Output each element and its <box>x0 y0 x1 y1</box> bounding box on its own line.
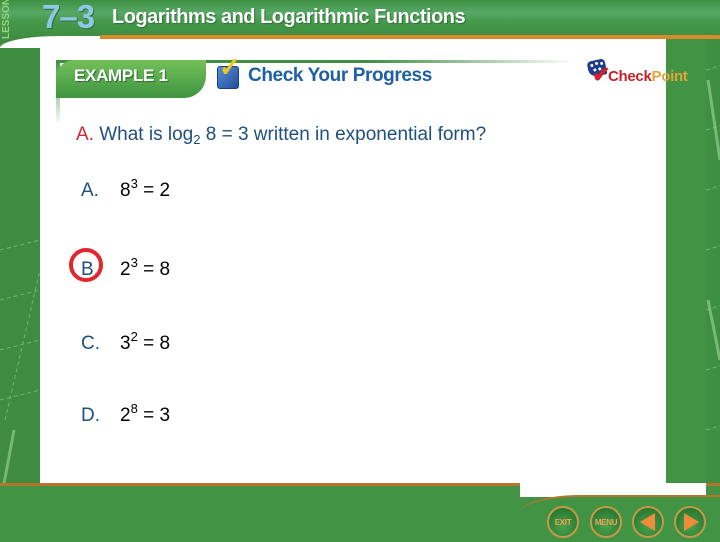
answer-rest: = 8 <box>137 333 171 354</box>
menu-button[interactable]: MENU <box>590 506 622 538</box>
answer-letter: D. <box>81 405 100 426</box>
question-text-after: 8 = 3 written in exponential form? <box>200 124 487 145</box>
checkpoint-check-text: Check <box>608 68 652 85</box>
selected-answer-ring <box>69 248 103 282</box>
answer-rest: = 2 <box>137 180 171 201</box>
answer-expression: 28 = 3 <box>120 401 171 426</box>
menu-label: MENU <box>594 517 618 527</box>
check-your-progress-label: Check Your Progress <box>248 65 432 86</box>
question-letter: A. <box>76 124 94 145</box>
answer-expression: 32 = 8 <box>120 329 171 354</box>
previous-button[interactable] <box>632 506 664 538</box>
lesson-title: Logarithms and Logarithmic Functions <box>112 6 466 28</box>
answer-base: 3 <box>120 333 131 354</box>
checkpoint-wordmark: CheckPoint <box>608 68 688 85</box>
answer-exponent: 8 <box>130 401 138 416</box>
example-label: EXAMPLE 1 <box>74 66 168 85</box>
answer-exponent: 2 <box>130 329 138 344</box>
answer-expression: 23 = 8 <box>120 255 171 280</box>
answer-base: 8 <box>120 180 131 201</box>
answer-option-c[interactable]: C. 32 = 8 <box>81 329 170 355</box>
triangle-right-icon <box>684 513 699 531</box>
checkmark-icon: ✓ <box>219 52 241 82</box>
triangle-left-icon <box>639 513 655 531</box>
exit-label: EXIT <box>554 517 572 527</box>
answer-base: 2 <box>120 405 131 426</box>
answer-letter: C. <box>81 333 100 354</box>
left-green-strip <box>0 0 40 540</box>
next-button[interactable] <box>674 506 706 538</box>
question-text-before: What is log <box>93 124 194 145</box>
header-orange-rule <box>100 35 720 39</box>
answer-expression: 83 = 2 <box>120 176 171 201</box>
exit-button[interactable]: EXIT <box>547 506 579 538</box>
answer-exponent: 3 <box>130 176 138 191</box>
answer-base: 2 <box>120 259 131 280</box>
answer-rest: = 3 <box>137 405 171 426</box>
answer-option-a[interactable]: A. 83 = 2 <box>81 176 170 202</box>
lesson-number: 7–3 <box>42 0 95 35</box>
checkpoint-logo: ✔ CheckPoint <box>586 58 688 90</box>
question-text: A. What is log2 8 = 3 written in exponen… <box>76 124 486 147</box>
answer-exponent: 3 <box>130 255 138 270</box>
right-green-strip <box>706 36 720 486</box>
checkpoint-point-text: Point <box>651 68 688 85</box>
answer-option-d[interactable]: D. 28 = 3 <box>81 401 170 427</box>
answer-letter: A. <box>81 180 99 201</box>
answer-rest: = 8 <box>137 259 171 280</box>
lesson-label: LESSON <box>1 0 12 39</box>
